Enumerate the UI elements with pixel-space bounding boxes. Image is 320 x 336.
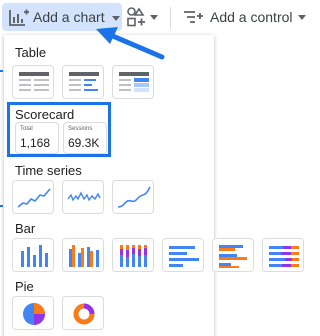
pointer-arrow-icon bbox=[96, 27, 165, 60]
